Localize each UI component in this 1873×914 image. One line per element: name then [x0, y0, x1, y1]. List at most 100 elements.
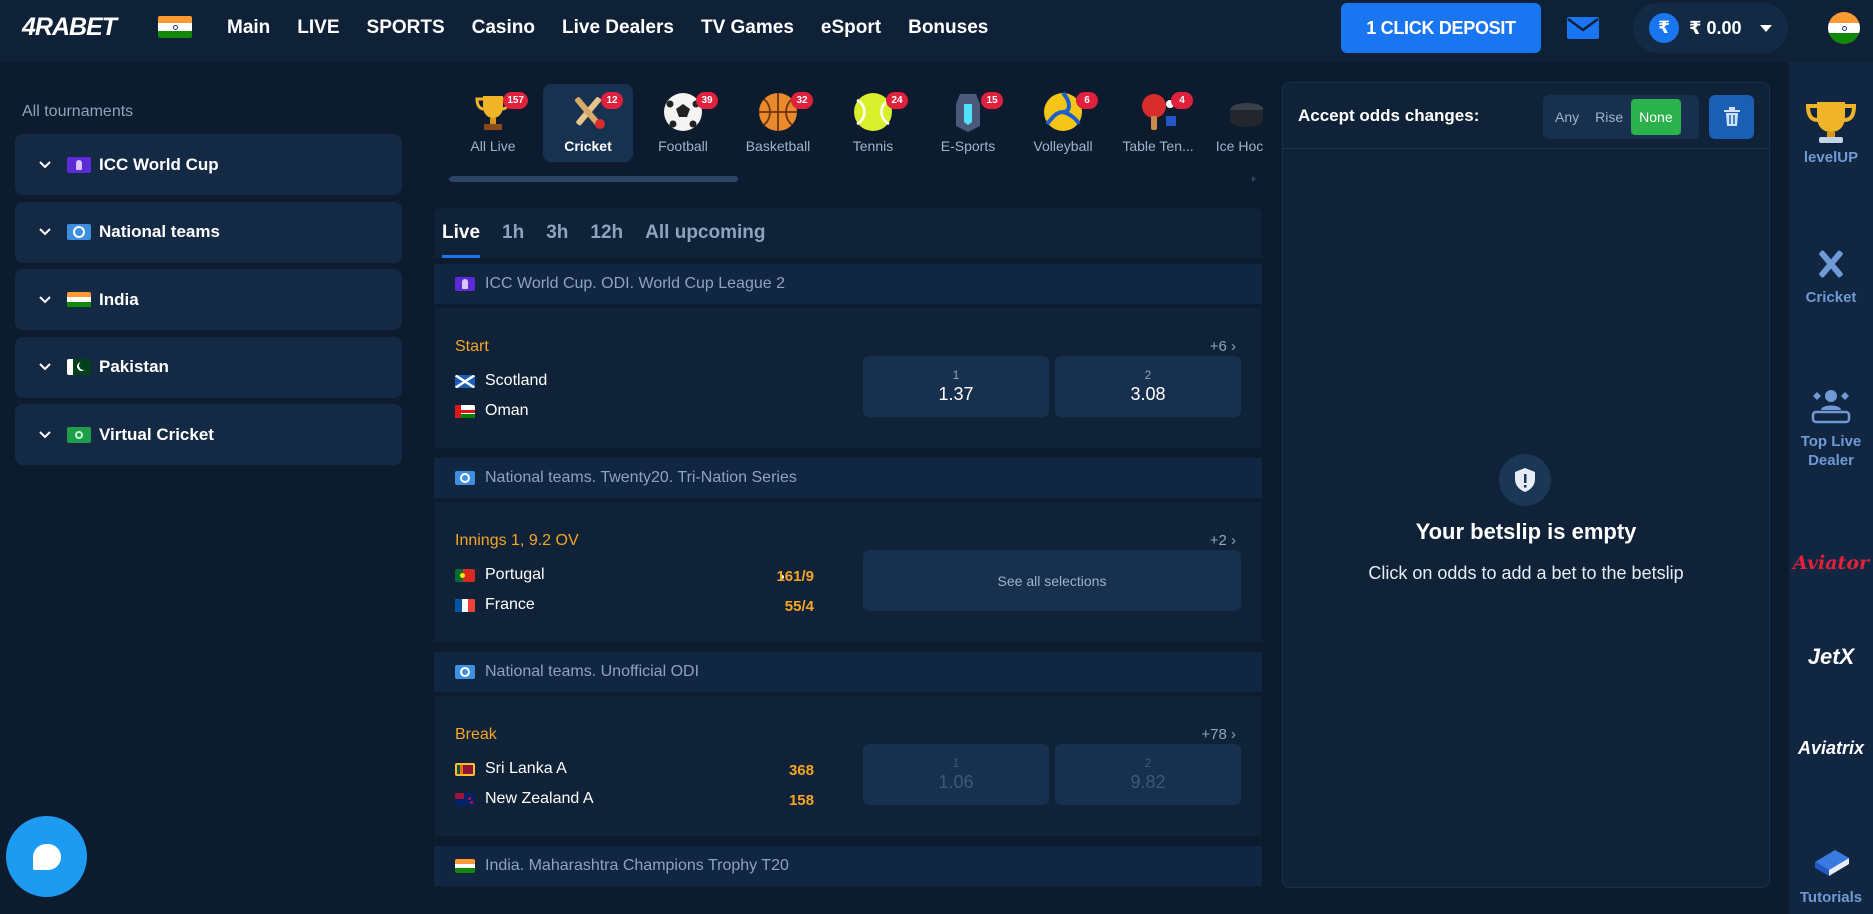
- rupee-icon: ₹: [1649, 13, 1679, 43]
- sport-label: Table Ten...: [1122, 138, 1194, 154]
- team-row: Portugal: [455, 566, 545, 584]
- odds-button-1[interactable]: 1 1.06: [863, 744, 1049, 805]
- more-markets-link[interactable]: +78 ›: [1201, 726, 1236, 743]
- sport-table-tennis[interactable]: 4 Table Ten...: [1113, 84, 1203, 162]
- team-score: 158: [788, 792, 814, 809]
- india-flag-icon: [67, 291, 91, 308]
- scrollbar-thumb[interactable]: [450, 176, 738, 182]
- team-name: Portugal: [485, 566, 545, 583]
- live-dealer-icon: [1811, 390, 1851, 424]
- chat-button[interactable]: [6, 816, 87, 897]
- live-count-badge: 4: [1171, 92, 1193, 109]
- sport-label: E-Sports: [940, 138, 996, 154]
- rail-top-live-dealer[interactable]: Top Live Dealer: [1789, 388, 1873, 470]
- live-count-badge: 157: [503, 92, 528, 109]
- aviatrix-logo: Aviatrix: [1797, 738, 1865, 758]
- tab-3h[interactable]: 3h: [546, 222, 568, 258]
- nav-tv-games[interactable]: TV Games: [701, 17, 794, 39]
- sport-cricket[interactable]: 12 Cricket: [543, 84, 633, 162]
- tab-all-upcoming[interactable]: All upcoming: [645, 222, 765, 258]
- rail-jetx[interactable]: JetX: [1789, 644, 1873, 670]
- tournament-label: ICC World Cup: [99, 154, 219, 174]
- rail-label: Tutorials: [1799, 889, 1863, 906]
- more-markets-link[interactable]: +2 ›: [1210, 532, 1236, 549]
- mail-icon[interactable]: [1566, 16, 1600, 40]
- site-logo[interactable]: 4RABET: [22, 13, 117, 42]
- odds-button-2[interactable]: 2 9.82: [1055, 744, 1241, 805]
- sport-ice-hockey[interactable]: Ice Hock: [1208, 84, 1263, 162]
- sport-label: All Live: [470, 138, 516, 154]
- language-flag-icon[interactable]: [1828, 12, 1860, 44]
- sport-volleyball[interactable]: 6 Volleyball: [1018, 84, 1108, 162]
- nav-sports[interactable]: SPORTS: [367, 17, 445, 39]
- match-card[interactable]: Innings 1, 9.2 OV +2 › Portugal France 1…: [434, 502, 1262, 642]
- nav-bonuses[interactable]: Bonuses: [908, 17, 988, 39]
- rail-tutorials[interactable]: Tutorials: [1789, 844, 1873, 907]
- live-count-badge: 24: [886, 92, 908, 109]
- league-name: India. Maharashtra Champions Trophy T20: [485, 857, 789, 874]
- see-all-selections-button[interactable]: See all selections: [863, 550, 1241, 611]
- team-name: Sri Lanka A: [485, 760, 567, 777]
- tournaments-title: All tournaments: [22, 103, 134, 120]
- league-header[interactable]: National teams. Twenty20. Tri-Nation Ser…: [434, 458, 1262, 498]
- sport-basketball[interactable]: 32 Basketball: [733, 84, 823, 162]
- tournament-national-teams[interactable]: National teams: [15, 201, 402, 263]
- tournament-label: Virtual Cricket: [99, 424, 214, 444]
- india-flag-icon: [455, 859, 475, 873]
- sport-tennis[interactable]: 24 Tennis: [828, 84, 918, 162]
- levelup-trophy-icon: [1805, 102, 1857, 143]
- live-count-badge: 39: [696, 92, 718, 109]
- empty-betslip-subtitle: Click on odds to add a bet to the betsli…: [1368, 563, 1684, 583]
- tournament-pakistan[interactable]: Pakistan: [15, 336, 402, 398]
- live-count-badge: 15: [981, 92, 1003, 109]
- chevron-down-icon: [39, 228, 51, 236]
- rail-levelup[interactable]: levelUP: [1789, 98, 1873, 167]
- sport-all-live[interactable]: 157 All Live: [448, 84, 538, 162]
- nav-main[interactable]: Main: [227, 17, 270, 39]
- league-header[interactable]: ICC World Cup. ODI. World Cup League 2: [434, 264, 1262, 304]
- tournament-icc-world-cup[interactable]: ICC World Cup: [15, 134, 402, 195]
- rail-aviator[interactable]: Aviator: [1789, 552, 1873, 574]
- nav-esport[interactable]: eSport: [821, 17, 881, 39]
- tab-1h[interactable]: 1h: [502, 222, 524, 258]
- scotland-flag-icon: [455, 374, 475, 388]
- odds-value: 1.37: [938, 384, 974, 404]
- team-row: France: [455, 596, 535, 614]
- team-score: 161/9: [776, 568, 814, 585]
- chevron-down-icon: [39, 160, 51, 168]
- sport-esports[interactable]: 15 E-Sports: [923, 84, 1013, 162]
- odds-option-rise[interactable]: Rise: [1587, 99, 1631, 135]
- odds-label: 2: [1144, 756, 1152, 770]
- odds-option-none[interactable]: None: [1631, 99, 1681, 135]
- empty-betslip-icon: [1499, 454, 1551, 506]
- league-header[interactable]: India. Maharashtra Champions Trophy T20: [434, 846, 1262, 886]
- tab-live[interactable]: Live: [442, 222, 481, 258]
- tournament-label: India: [99, 289, 139, 309]
- odds-option-any[interactable]: Any: [1547, 99, 1587, 135]
- one-click-deposit-button[interactable]: 1 CLICK DEPOSIT: [1341, 3, 1541, 53]
- sports-strip-scrollbar[interactable]: [448, 176, 1256, 182]
- odds-button-2[interactable]: 2 3.08: [1055, 356, 1241, 417]
- nav-live-dealers[interactable]: Live Dealers: [562, 17, 674, 39]
- tournament-virtual-cricket[interactable]: Virtual Cricket: [15, 404, 402, 465]
- odds-button-1[interactable]: 1 1.37: [863, 356, 1049, 417]
- events-panel: Live 1h 3h 12h All upcoming ICC World Cu…: [434, 208, 1262, 914]
- sport-label: Volleyball: [1033, 138, 1093, 154]
- match-card[interactable]: Start +6 › Scotland Oman 1 1.37 2 3.08: [434, 308, 1262, 448]
- clear-betslip-button[interactable]: [1709, 95, 1754, 139]
- tournament-india[interactable]: India: [15, 269, 402, 330]
- balance-dropdown[interactable]: ₹ ₹ 0.00: [1633, 3, 1788, 53]
- nav-casino[interactable]: Casino: [472, 17, 535, 39]
- live-count-badge: 12: [601, 92, 623, 109]
- more-markets-link[interactable]: +6 ›: [1210, 338, 1236, 355]
- league-header[interactable]: National teams. Unofficial ODI: [434, 652, 1262, 692]
- tab-12h[interactable]: 12h: [590, 222, 623, 258]
- aviator-logo: Aviator: [1793, 552, 1869, 574]
- match-card[interactable]: Break +78 › Sri Lanka A New Zealand A 36…: [434, 696, 1262, 836]
- league-name: National teams. Twenty20. Tri-Nation Ser…: [485, 469, 797, 486]
- rail-aviatrix[interactable]: Aviatrix: [1789, 738, 1873, 759]
- team-name: New Zealand A: [485, 790, 594, 807]
- rail-cricket[interactable]: Cricket: [1789, 244, 1873, 307]
- sport-football[interactable]: 39 Football: [638, 84, 728, 162]
- nav-live[interactable]: LIVE: [297, 17, 339, 39]
